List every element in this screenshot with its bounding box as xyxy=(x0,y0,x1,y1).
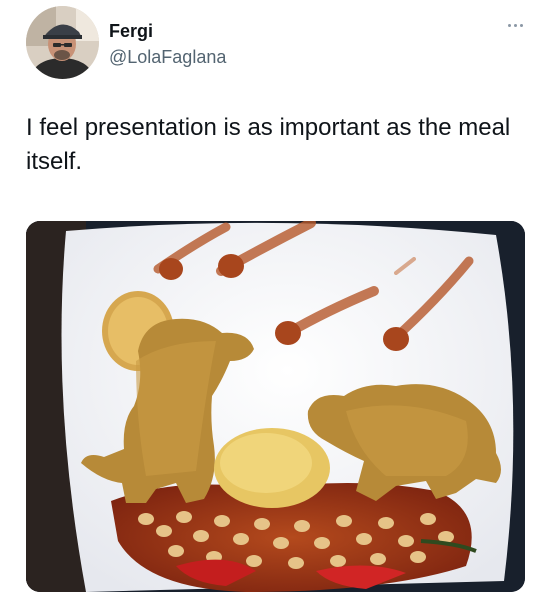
tweet-text: I feel presentation is as important as t… xyxy=(26,114,511,175)
user-handle[interactable]: @LolaFaglana xyxy=(109,45,226,69)
display-name[interactable]: Fergi xyxy=(109,20,226,42)
avatar-image xyxy=(26,6,99,79)
food-plate-photo xyxy=(26,221,525,592)
tweet-photo[interactable] xyxy=(26,221,525,592)
user-avatar[interactable] xyxy=(26,6,99,79)
author-names: Fergi @LolaFaglana xyxy=(109,20,226,69)
tweet-header: Fergi @LolaFaglana xyxy=(26,6,526,80)
more-options-icon[interactable] xyxy=(504,20,526,30)
